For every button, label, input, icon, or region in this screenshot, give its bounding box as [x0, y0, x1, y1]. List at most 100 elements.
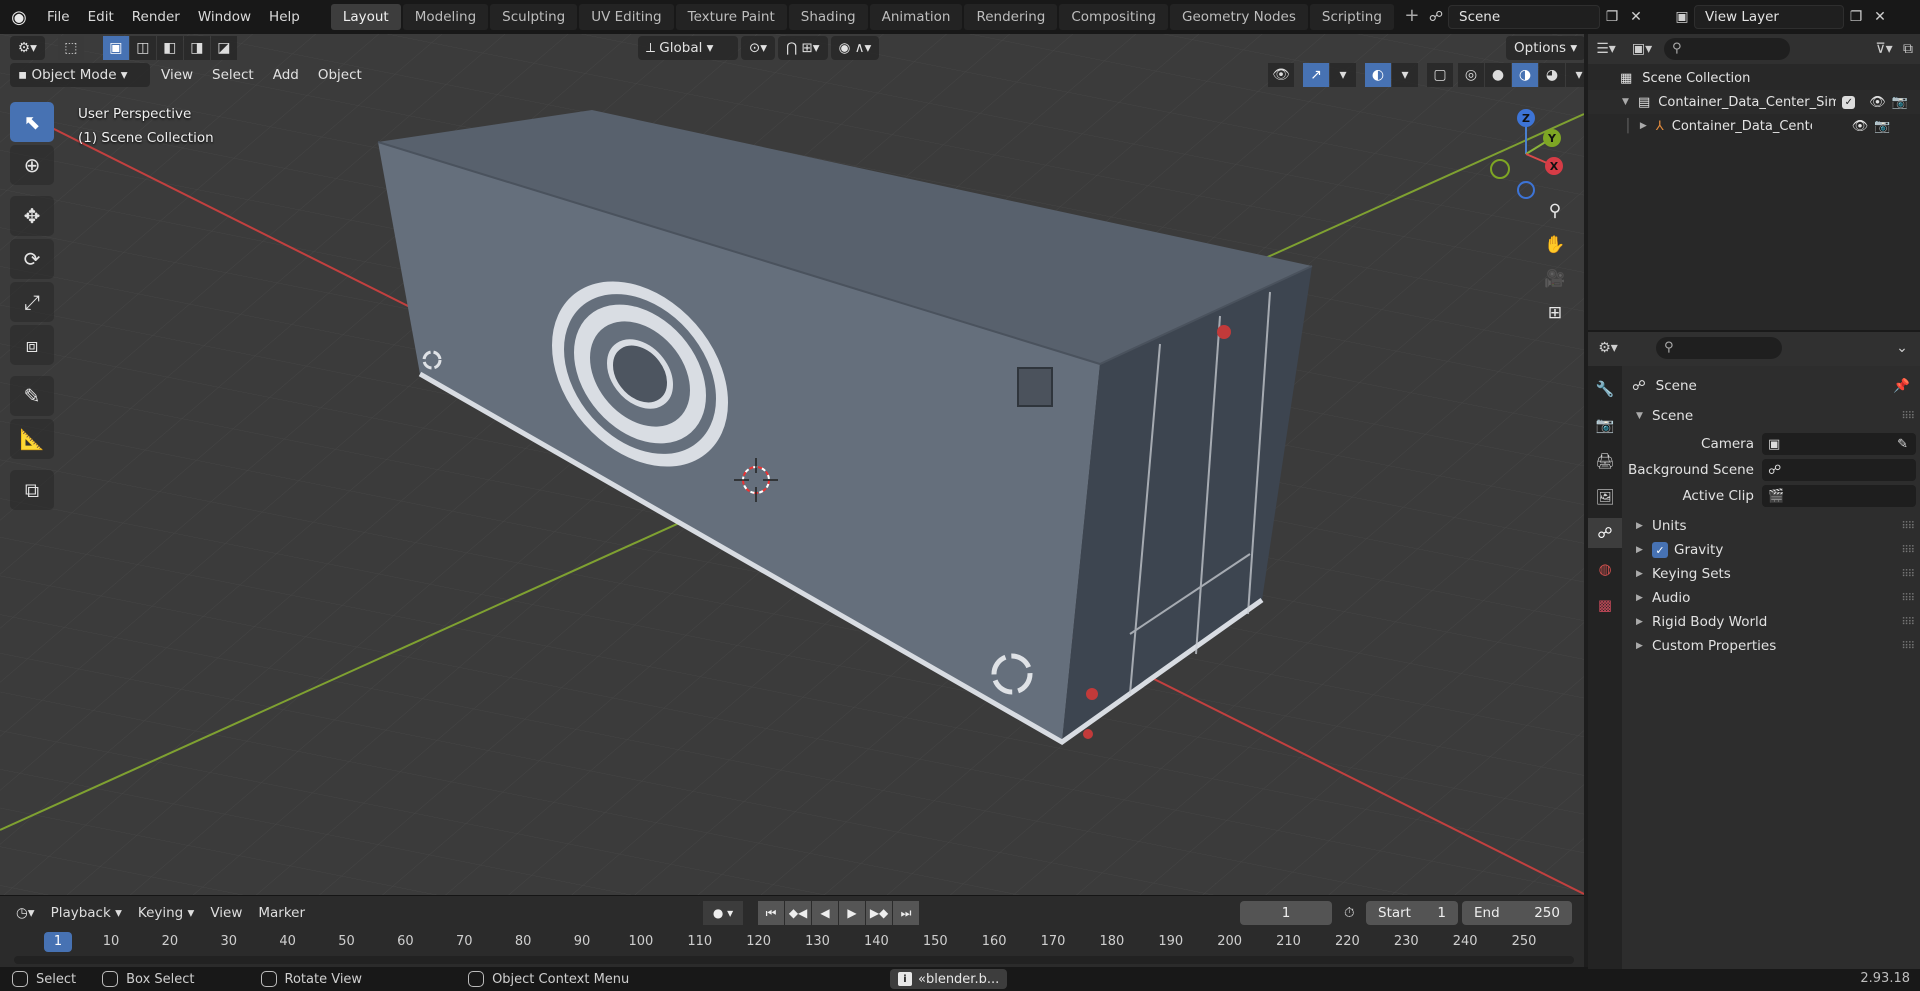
view-layer-field[interactable]: View Layer [1694, 5, 1844, 29]
units-drag-handle[interactable]: ⠿⠿ [1901, 521, 1915, 532]
view-layer-icon[interactable]: ▣ [1670, 5, 1694, 29]
overlay-dropdown-icon[interactable]: ▾ [1392, 63, 1418, 87]
timeline-editor[interactable]: ◷▾ Playback ▾ Keying ▾ View Marker ● ▾ ⏮… [0, 895, 1584, 967]
options-button[interactable]: Options ▾ [1506, 36, 1584, 60]
eyedropper-icon[interactable]: ✎ [1897, 437, 1908, 452]
solid-shading-icon[interactable]: ● [1485, 63, 1511, 87]
visibility-icon[interactable]: 👁 [1268, 63, 1294, 87]
camera-field[interactable]: ▣ ✎ [1762, 433, 1916, 455]
report-notification[interactable]: i «blender.b... [890, 969, 1008, 989]
properties-options-icon[interactable]: ⌄ [1890, 336, 1914, 360]
new-collection-icon[interactable]: ⧉ [1896, 37, 1920, 61]
pin-icon[interactable]: 📌 [1893, 378, 1910, 394]
menu-help[interactable]: Help [260, 0, 309, 34]
close-scene-icon[interactable]: ✕ [1624, 5, 1648, 29]
material-shading-icon[interactable]: ◑ [1512, 63, 1538, 87]
tab-scripting[interactable]: Scripting [1309, 4, 1394, 30]
view-layer-tab-icon[interactable]: 🖼 [1588, 482, 1622, 512]
proportional-edit-icon[interactable]: ◉ ∧▾ [830, 36, 880, 60]
expand-object-icon[interactable]: ▶ [1640, 121, 1656, 131]
rotate-tool-icon[interactable]: ⟳ [10, 239, 54, 279]
xray-icon[interactable]: ▢ [1427, 63, 1453, 87]
menu-render[interactable]: Render [123, 0, 189, 34]
tab-texture-paint[interactable]: Texture Paint [675, 4, 787, 30]
gravity-checkbox[interactable]: ✓ [1652, 542, 1668, 558]
scene-name-field[interactable]: Scene [1448, 5, 1600, 29]
texture-tab-icon[interactable]: ▩ [1588, 590, 1622, 620]
tool-settings-icon[interactable]: ⚙▾ [10, 36, 45, 60]
panel-rigid-body-world[interactable]: ▶ Rigid Body World ⠿⠿ [1622, 610, 1920, 634]
rendered-shading-icon[interactable]: ◕ [1539, 63, 1565, 87]
exclude-checkbox[interactable]: ✓ [1842, 95, 1856, 109]
tab-geometry-nodes[interactable]: Geometry Nodes [1170, 4, 1308, 30]
object-render-icon[interactable]: 📷 [1874, 119, 1890, 134]
tab-uv-editing[interactable]: UV Editing [579, 4, 674, 30]
end-frame-field[interactable]: End 250 [1462, 901, 1572, 925]
current-frame-indicator[interactable]: 1 [44, 932, 72, 952]
zoom-view-icon[interactable]: ⚲ [1540, 196, 1570, 226]
rigid-drag-handle[interactable]: ⠿⠿ [1901, 617, 1915, 628]
measure-tool-icon[interactable]: 📐 [10, 419, 54, 459]
properties-search-input[interactable]: ⚲ [1656, 337, 1782, 359]
scene-tab-icon[interactable]: ☍ [1588, 518, 1622, 548]
mode-extend-icon[interactable]: ◫ [129, 36, 156, 60]
jump-end-icon[interactable]: ⏭ [893, 901, 920, 925]
annotate-tool-icon[interactable]: ✎ [10, 376, 54, 416]
timeline-menu-marker[interactable]: Marker [250, 901, 313, 925]
cursor-tool-icon[interactable]: ⊕ [10, 145, 54, 185]
tab-sculpting[interactable]: Sculpting [490, 4, 578, 30]
pan-view-icon[interactable]: ✋ [1540, 230, 1570, 260]
shading-dropdown-icon[interactable]: ▾ [1566, 63, 1584, 87]
transform-tool-icon[interactable]: ⧈ [10, 325, 54, 365]
display-mode-icon[interactable]: ▣▾ [1630, 37, 1654, 61]
output-tab-icon[interactable]: 🖨 [1588, 446, 1622, 476]
world-tab-icon[interactable]: ◍ [1588, 554, 1622, 584]
panel-units[interactable]: ▶ Units ⠿⠿ [1622, 514, 1920, 538]
outliner-editor[interactable]: ☰▾ ▣▾ ⚲ ⊽▾ ⧉ ▦ Scene Collection ▼ ▤ Cont… [1588, 34, 1920, 330]
panel-drag-handle[interactable]: ⠿⠿ [1901, 411, 1915, 422]
copy-view-layer-icon[interactable]: ❐ [1844, 5, 1868, 29]
panel-keying-sets[interactable]: ▶ Keying Sets ⠿⠿ [1622, 562, 1920, 586]
timeline-menu-playback[interactable]: Playback ▾ [43, 901, 130, 925]
jump-keyframe-forward-icon[interactable]: ▶◆ [866, 901, 893, 925]
render-tab-icon[interactable]: 📷 [1588, 410, 1622, 440]
collection-render-icon[interactable]: 📷 [1892, 95, 1908, 110]
viewport-menu-add[interactable]: Add [265, 63, 307, 87]
viewport-menu-select[interactable]: Select [204, 63, 262, 87]
add-workspace-button[interactable]: + [1400, 5, 1424, 29]
gizmo-toggle-icon[interactable]: ↗ [1303, 63, 1329, 87]
viewport-menu-object[interactable]: Object [310, 63, 370, 87]
wireframe-shading-icon[interactable]: ◎ [1458, 63, 1484, 87]
3d-viewport[interactable]: Z Y X ⚙▾ ⬚ ▣ ◫ ◧ ◨ ◪ ⟂ Global ▾ ⊙▾ ⋂ ⊞▾ … [0, 34, 1584, 895]
outliner-row-scene-collection[interactable]: ▦ Scene Collection [1588, 66, 1920, 90]
filter-icon[interactable]: ⊽▾ [1872, 37, 1896, 61]
background-scene-field[interactable]: ☍ [1762, 459, 1916, 481]
timeline-menu-view[interactable]: View [202, 901, 250, 925]
ortho-toggle-icon[interactable]: ⊞ [1540, 298, 1570, 328]
gizmo-dropdown-icon[interactable]: ▾ [1330, 63, 1356, 87]
menu-window[interactable]: Window [189, 0, 260, 34]
add-cube-tool-icon[interactable]: ⧉ [10, 470, 54, 510]
jump-start-icon[interactable]: ⏮ [758, 901, 785, 925]
menu-file[interactable]: File [38, 0, 79, 34]
tab-modeling[interactable]: Modeling [402, 4, 489, 30]
tab-shading[interactable]: Shading [788, 4, 868, 30]
panel-audio[interactable]: ▶ Audio ⠿⠿ [1622, 586, 1920, 610]
play-reverse-icon[interactable]: ◀ [812, 901, 839, 925]
gravity-drag-handle[interactable]: ⠿⠿ [1901, 545, 1915, 556]
custom-drag-handle[interactable]: ⠿⠿ [1901, 641, 1915, 652]
object-mode-select[interactable]: ▪ Object Mode ▾ [10, 63, 150, 87]
outliner-row-collection[interactable]: ▼ ▤ Container_Data_Center_Simp ✓ 👁 📷 [1588, 90, 1920, 114]
overlay-toggle-icon[interactable]: ◐ [1365, 63, 1391, 87]
timeline-scrollbar[interactable] [14, 956, 1574, 964]
blender-logo-icon[interactable]: ◉ [0, 0, 38, 34]
panel-custom-properties[interactable]: ▶ Custom Properties ⠿⠿ [1622, 634, 1920, 658]
keying-drag-handle[interactable]: ⠿⠿ [1901, 569, 1915, 580]
auto-keying-icon[interactable]: ● ▾ [703, 901, 744, 925]
outliner-editor-type-icon[interactable]: ☰▾ [1594, 37, 1618, 61]
mode-subtract-icon[interactable]: ◧ [156, 36, 183, 60]
timeline-menu-keying[interactable]: Keying ▾ [130, 901, 202, 925]
tab-layout[interactable]: Layout [330, 4, 401, 30]
start-frame-field[interactable]: Start 1 [1366, 901, 1458, 925]
object-eye-icon[interactable]: 👁 [1852, 119, 1869, 134]
